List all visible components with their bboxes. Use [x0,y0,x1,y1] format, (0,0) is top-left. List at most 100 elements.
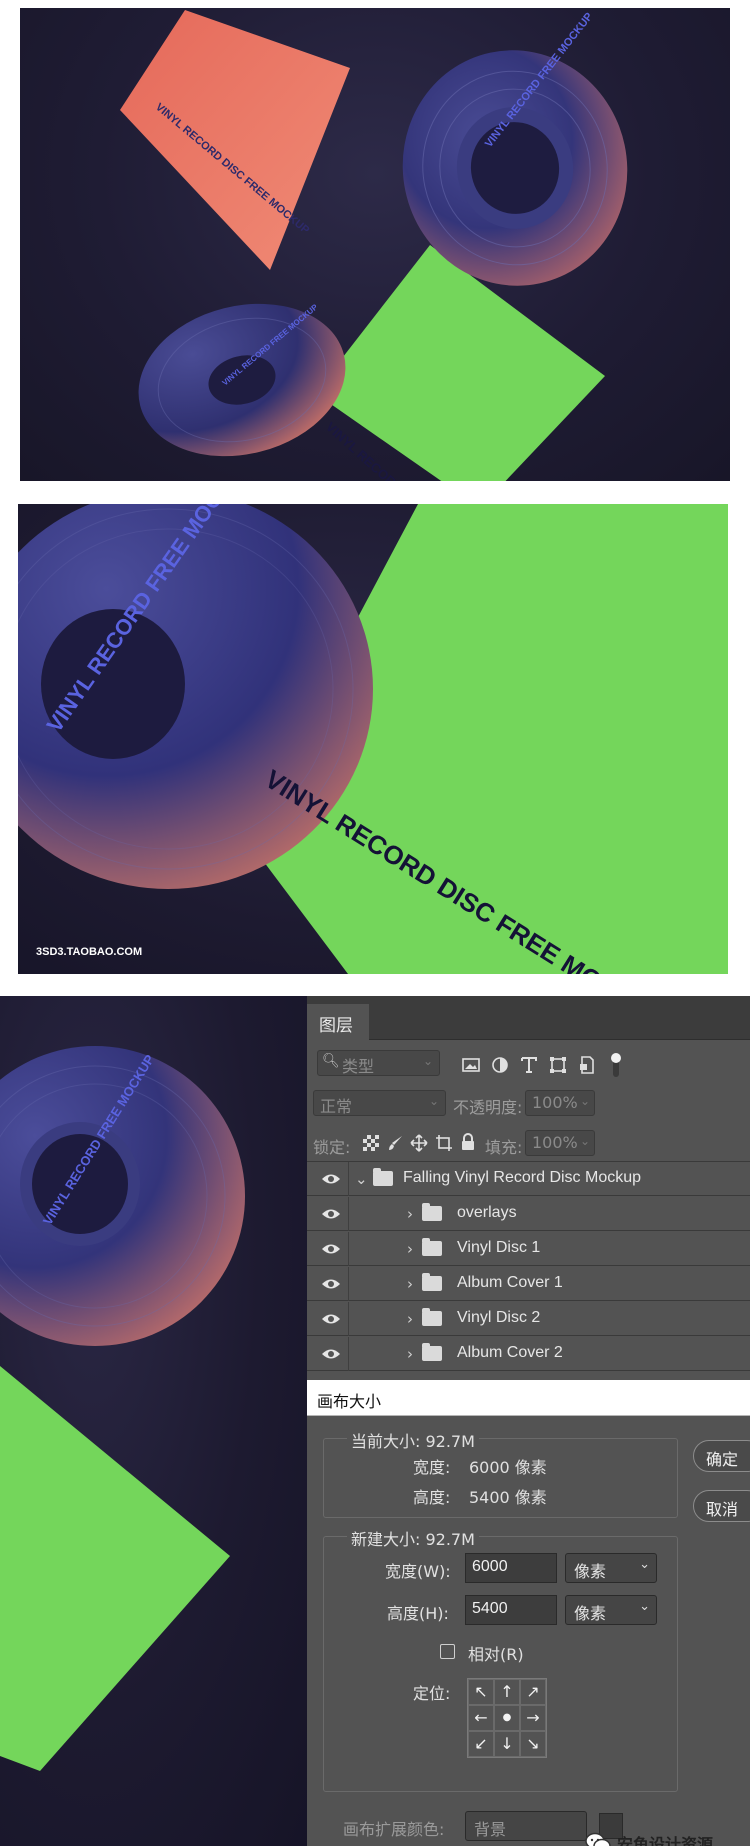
height-label: 高度(H): [387,1604,449,1623]
fill-label: 填充: [485,1138,523,1157]
filter-type-label: 类型 [342,1057,375,1076]
layer-row-album-cover-2[interactable]: › Album Cover 2 [307,1337,750,1371]
chevron-down-icon: ⌄ [639,1557,650,1572]
layer-name: Falling Vinyl Record Disc Mockup [403,1169,642,1186]
anchor-center-dot-icon[interactable]: ● [494,1705,520,1731]
relative-checkbox[interactable] [440,1644,455,1659]
anchor-left-arrow-icon[interactable]: ← [468,1705,494,1731]
layer-filter-row: 🔍︎ 类型 ⌄ [307,1048,750,1082]
anchor-top-left-arrow-icon[interactable]: ↖ [468,1679,494,1705]
extension-color-value: 背景 [474,1820,507,1839]
tab-layers[interactable]: 图层 [307,1004,369,1040]
folder-icon [422,1343,442,1361]
layer-name: Vinyl Disc 1 [457,1239,541,1256]
visibility-eye-icon[interactable] [321,1171,341,1187]
mockup-image-1: VINYL RECORD DISC FREE MOCKUP VINYL RECO… [20,8,730,481]
width-unit-value: 像素 [574,1562,607,1581]
image-filter-icon[interactable] [461,1055,481,1075]
smart-object-filter-icon[interactable] [577,1055,597,1075]
lock-artboard-icon[interactable] [435,1134,453,1152]
layer-name: Vinyl Disc 2 [457,1309,541,1326]
watermark-text: 安鱼设计资源 [617,1835,714,1846]
panel2-watermark: 3SD3.TAOBAO.COM [36,946,142,958]
lock-row: 锁定: 填充: 100% ⌄ [307,1128,750,1162]
lock-all-icon[interactable] [460,1133,476,1151]
width-unit-select[interactable]: 像素 ⌄ [565,1553,657,1583]
watermark: 安鱼设计资源 [585,1830,713,1846]
chevron-down-icon: ⌄ [428,1094,439,1108]
blend-mode-row: 正常 ⌄ 不透明度: 100% ⌄ [307,1088,750,1122]
search-icon: 🔍︎ [322,1053,340,1069]
layer-filter-select[interactable]: 🔍︎ 类型 ⌄ [317,1050,440,1076]
dialog-title-bar[interactable]: 画布大小 [307,1380,750,1416]
current-width-label: 宽度: [413,1458,451,1477]
chevron-down-icon: ⌄ [422,1054,433,1068]
mockup-scene-3: VINYL RECORD FREE MOCKUP [0,1046,245,1771]
cancel-button[interactable]: 取消 [693,1490,750,1522]
height-unit-value: 像素 [574,1604,607,1623]
lock-pixels-brush-icon[interactable] [387,1134,405,1152]
visibility-eye-icon[interactable] [321,1241,341,1257]
visibility-eye-icon[interactable] [321,1206,341,1222]
layer-row-album-cover-1[interactable]: › Album Cover 1 [307,1267,750,1301]
chevron-down-icon: ⌄ [579,1134,590,1148]
anchor-bottom-arrow-icon[interactable]: ↓ [494,1731,520,1757]
canvas-size-dialog: 当前大小: 92.7M 宽度: 6000 像素 高度: 5400 像素 新建大小… [307,1416,750,1846]
extension-color-select[interactable]: 背景 [465,1811,587,1841]
current-width-value: 6000 像素 [469,1458,547,1477]
anchor-bottom-right-arrow-icon[interactable]: ↘ [520,1731,546,1757]
chevron-right-icon[interactable]: › [407,1310,413,1328]
anchor-right-arrow-icon[interactable]: → [520,1705,546,1731]
width-input[interactable]: 6000 [465,1553,557,1583]
lock-label: 锁定: [313,1138,351,1157]
blend-mode-select[interactable]: 正常 ⌄ [313,1090,446,1116]
type-filter-icon[interactable] [519,1055,539,1075]
green-album-cover [0,1366,230,1771]
chevron-down-icon: ⌄ [639,1599,650,1614]
filter-toggle-icon[interactable] [609,1051,623,1079]
wechat-icon [585,1832,611,1846]
anchor-grid[interactable]: ↖ ↑ ↗ ← ● → ↙ ↓ ↘ [467,1678,547,1758]
folder-icon [422,1273,442,1291]
current-height-label: 高度: [413,1488,451,1507]
opacity-field[interactable]: 100% ⌄ [525,1090,595,1116]
layer-row-group[interactable]: ⌄ Falling Vinyl Record Disc Mockup [307,1162,750,1196]
ok-button[interactable]: 确定 [693,1440,750,1472]
folder-icon [373,1168,393,1186]
adjustment-filter-icon[interactable] [490,1055,510,1075]
dialog-title: 画布大小 [317,1392,382,1411]
layer-name: Album Cover 2 [457,1344,563,1361]
height-input[interactable]: 5400 [465,1595,557,1625]
anchor-top-arrow-icon[interactable]: ↑ [494,1679,520,1705]
chevron-down-icon[interactable]: ⌄ [355,1170,368,1188]
visibility-eye-icon[interactable] [321,1346,341,1362]
height-unit-select[interactable]: 像素 ⌄ [565,1595,657,1625]
chevron-down-icon: ⌄ [579,1094,590,1108]
current-size-label: 当前大小: 92.7M [347,1428,479,1452]
visibility-eye-icon[interactable] [321,1311,341,1327]
chevron-right-icon[interactable]: › [407,1240,413,1258]
anchor-top-right-arrow-icon[interactable]: ↗ [520,1679,546,1705]
orange-album-cover [120,10,350,270]
chevron-right-icon[interactable]: › [407,1275,413,1293]
mockup-scene-1: VINYL RECORD DISC FREE MOCKUP VINYL RECO… [120,10,628,481]
layer-row-overlays[interactable]: › overlays [307,1197,750,1231]
lock-transparent-icon[interactable] [363,1135,379,1151]
folder-icon [422,1238,442,1256]
shape-filter-icon[interactable] [548,1055,568,1075]
folder-icon [422,1203,442,1221]
layer-row-vinyl-disc-2[interactable]: › Vinyl Disc 2 [307,1302,750,1336]
layer-row-vinyl-disc-1[interactable]: › Vinyl Disc 1 [307,1232,750,1266]
fill-value: 100% [532,1133,578,1152]
chevron-right-icon[interactable]: › [407,1345,413,1363]
anchor-label: 定位: [413,1684,451,1703]
mockup-image-2: VINYL RECORD FREE MOCKUP VINYL RECORD DI… [18,504,728,974]
chevron-right-icon[interactable]: › [407,1205,413,1223]
page-root: VINYL RECORD DISC FREE MOCKUP VINYL RECO… [0,0,750,1846]
visibility-eye-icon[interactable] [321,1276,341,1292]
fill-field[interactable]: 100% ⌄ [525,1130,595,1156]
extension-color-label: 画布扩展颜色: [343,1820,445,1839]
lock-position-move-icon[interactable] [410,1134,428,1152]
anchor-bottom-left-arrow-icon[interactable]: ↙ [468,1731,494,1757]
mockup-scene-2: VINYL RECORD FREE MOCKUP VINYL RECORD DI… [18,504,728,974]
